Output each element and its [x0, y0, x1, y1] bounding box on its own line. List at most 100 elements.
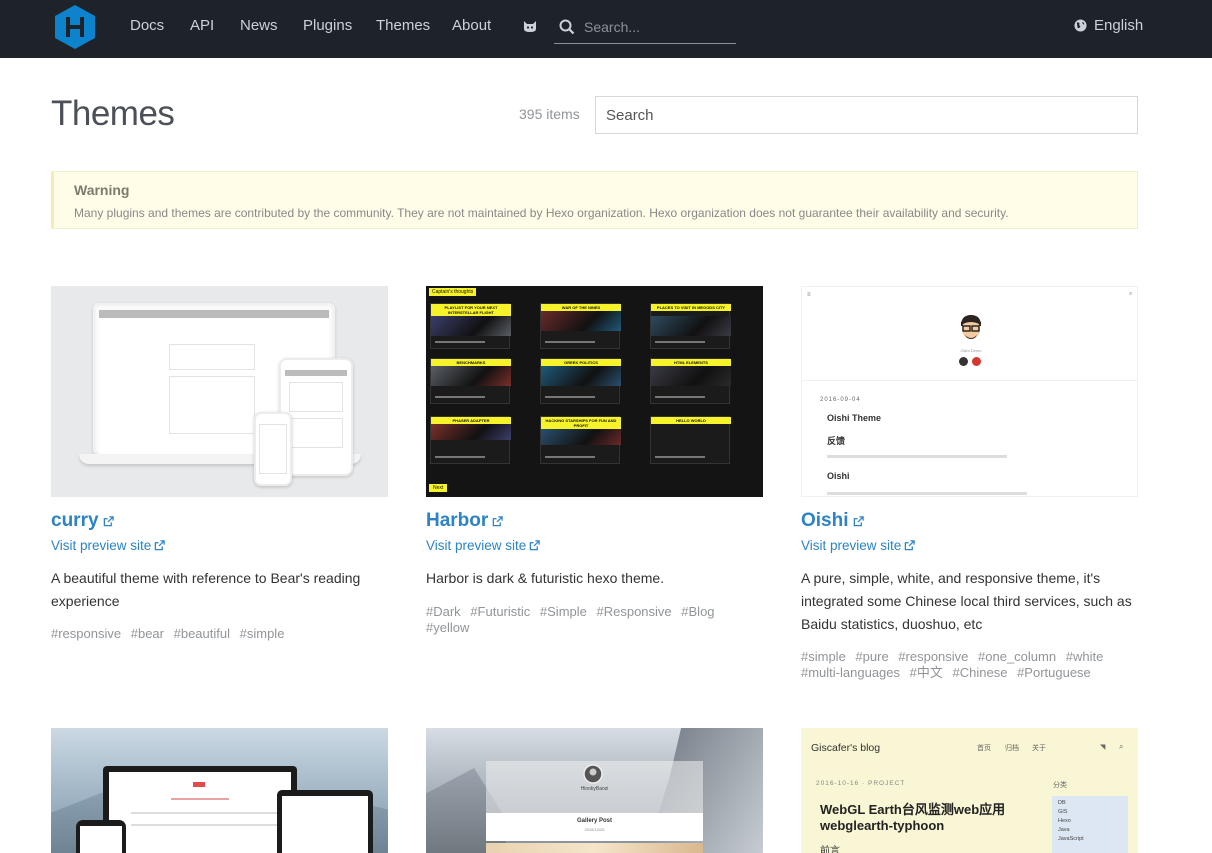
harbor-tile-title: WAR OF THE NINES — [541, 304, 621, 311]
search-icon — [559, 19, 575, 35]
warning-notice: Warning Many plugins and themes are cont… — [51, 171, 1138, 229]
language-selector[interactable]: English — [1074, 17, 1143, 34]
harbor-tile: WAR OF THE NINES — [540, 303, 621, 349]
harbor-tile-text — [655, 396, 705, 398]
harbor-tile: HTML ELEMENTS — [650, 358, 731, 404]
harbor-tile-text — [655, 456, 705, 458]
theme-thumbnail[interactable] — [51, 728, 388, 853]
harbor-tile-title: PLACES TO VISIT IN MEGODS CITY — [651, 304, 731, 311]
nav-news[interactable]: News — [240, 17, 278, 34]
tag[interactable]: #yellow — [426, 620, 469, 635]
site-search — [554, 12, 736, 44]
harbor-tile-image — [541, 311, 621, 331]
theme-thumbnail[interactable]: Captain's thoughts PLAYLIST FOR YOUR NEX… — [426, 286, 763, 497]
giscafer-excerpt: 前言 — [820, 846, 840, 853]
tag[interactable]: #white — [1066, 649, 1104, 664]
theme-name: Oishi — [801, 510, 849, 531]
tag[interactable]: #multi-languages — [801, 665, 900, 680]
hexo-logo-icon[interactable] — [55, 5, 95, 49]
theme-description: A beautiful theme with reference to Bear… — [51, 570, 361, 609]
preview-link[interactable]: Visit preview site — [801, 538, 916, 553]
tag[interactable]: #Futuristic — [470, 604, 530, 619]
giscafer-category-title: 分类 — [1053, 782, 1067, 789]
preview-link[interactable]: Visit preview site — [51, 538, 166, 553]
theme-search-input[interactable] — [595, 96, 1138, 134]
external-link-icon — [905, 540, 916, 551]
nav-docs[interactable]: Docs — [130, 17, 164, 34]
site-search-input[interactable] — [584, 16, 732, 38]
harbor-tile-text — [435, 396, 485, 398]
tag[interactable]: #one_column — [978, 649, 1056, 664]
tag[interactable]: #beautiful — [174, 626, 230, 641]
giscafer-menu-2: 关于 — [1032, 745, 1046, 752]
tag[interactable]: #中文 — [910, 665, 943, 680]
theme-name-link[interactable]: Oishi — [801, 510, 864, 532]
theme-name-link[interactable]: curry — [51, 510, 114, 532]
nav-api[interactable]: API — [190, 17, 214, 34]
nav-about[interactable]: About — [452, 17, 491, 34]
tag[interactable]: #Responsive — [597, 604, 672, 619]
theme-thumbnail[interactable]: Giscafer's blog 首页 归档 关于 ◥ ⌕ 2016-10-16 … — [801, 728, 1138, 853]
harbor-tile-text — [435, 341, 485, 343]
globe-icon — [1074, 19, 1087, 32]
harbor-tile-image — [431, 424, 511, 440]
harbor-tile-image — [651, 316, 731, 336]
search-icon: ⌕ — [1119, 742, 1124, 751]
language-label: English — [1094, 17, 1144, 34]
category-item: Java — [1058, 827, 1070, 833]
oishi-subtitle: Oishi — [827, 471, 850, 481]
harbor-tile-text — [655, 341, 705, 343]
github-icon[interactable] — [522, 18, 538, 34]
warning-text: Many plugins and themes are contributed … — [74, 206, 1009, 220]
giscafer-post-title: WebGL Earth台风监测web应用 webglearth-typhoon — [820, 802, 1006, 833]
harbor-tile: BENCHMARKS — [430, 358, 511, 404]
giscafer-menu-1: 归档 — [1005, 745, 1019, 752]
harbor-next: Next — [429, 484, 448, 492]
gallery-date: 2015/12/25 — [584, 827, 605, 832]
harbor-tile-text — [545, 341, 595, 343]
oishi-section: 反馈 — [827, 436, 846, 446]
avatar — [583, 764, 603, 784]
nav-themes[interactable]: Themes — [376, 17, 430, 34]
theme-thumbnail[interactable]: ≡ ⌕ Oishi Demo 2016-09-04 Oishi Theme 反馈… — [801, 286, 1138, 497]
preview-link[interactable]: Visit preview site — [426, 538, 541, 553]
giscafer-menu-0: 首页 — [977, 745, 991, 752]
tag[interactable]: #Chinese — [953, 665, 1008, 680]
item-count: 395 items — [519, 106, 580, 122]
theme-description: Harbor is dark & futuristic hexo theme. — [426, 570, 665, 586]
giscafer-blog: Giscafer's blog — [811, 742, 881, 754]
tag[interactable]: #Blog — [681, 604, 714, 619]
category-item: GIS — [1058, 809, 1068, 815]
harbor-tile-image — [651, 366, 731, 386]
theme-name-link[interactable]: Harbor — [426, 510, 504, 532]
oishi-author: Oishi Demo — [960, 348, 982, 353]
tag[interactable]: #simple — [240, 626, 285, 641]
theme-thumbnail[interactable] — [51, 286, 388, 497]
tag[interactable]: #Dark — [426, 604, 461, 619]
harbor-tile-image — [431, 316, 511, 336]
tag[interactable]: #Simple — [540, 604, 587, 619]
external-link-icon — [853, 515, 864, 526]
tag[interactable]: #bear — [131, 626, 164, 641]
tag-list: #Dark #Futuristic #Simple #Responsive #B… — [426, 604, 763, 636]
harbor-tile-text — [545, 456, 595, 458]
harbor-tile: GREEK POLITICS — [540, 358, 621, 404]
tag-list: #responsive #bear #beautiful #simple — [51, 626, 388, 642]
nav-plugins[interactable]: Plugins — [303, 17, 352, 34]
harbor-label: Captain's thoughts — [429, 288, 477, 296]
harbor-tile-title: BENCHMARKS — [431, 359, 511, 366]
external-link-icon — [493, 515, 504, 526]
tag[interactable]: #responsive — [51, 626, 121, 641]
theme-description: A pure, simple, white, and responsive th… — [801, 570, 1132, 632]
tag[interactable]: #simple — [801, 649, 846, 664]
theme-thumbnail[interactable]: HinokyBaozi Gallery Post 2015/12/25 — [426, 728, 763, 853]
tag[interactable]: #pure — [855, 649, 888, 664]
external-link-icon — [530, 540, 541, 551]
harbor-tile-image — [431, 366, 511, 386]
harbor-tile: PLAYLIST FOR YOUR NEXT INTERSTELLAR FLIG… — [430, 303, 511, 349]
harbor-tile: HACKING STARSHIPS FOR FUN AND PROFIT — [540, 416, 621, 464]
tag[interactable]: #Portuguese — [1017, 665, 1091, 680]
external-link-icon — [103, 515, 114, 526]
tag[interactable]: #responsive — [898, 649, 968, 664]
harbor-tile-title: PLAYLIST FOR YOUR NEXT INTERSTELLAR FLIG… — [431, 304, 511, 316]
